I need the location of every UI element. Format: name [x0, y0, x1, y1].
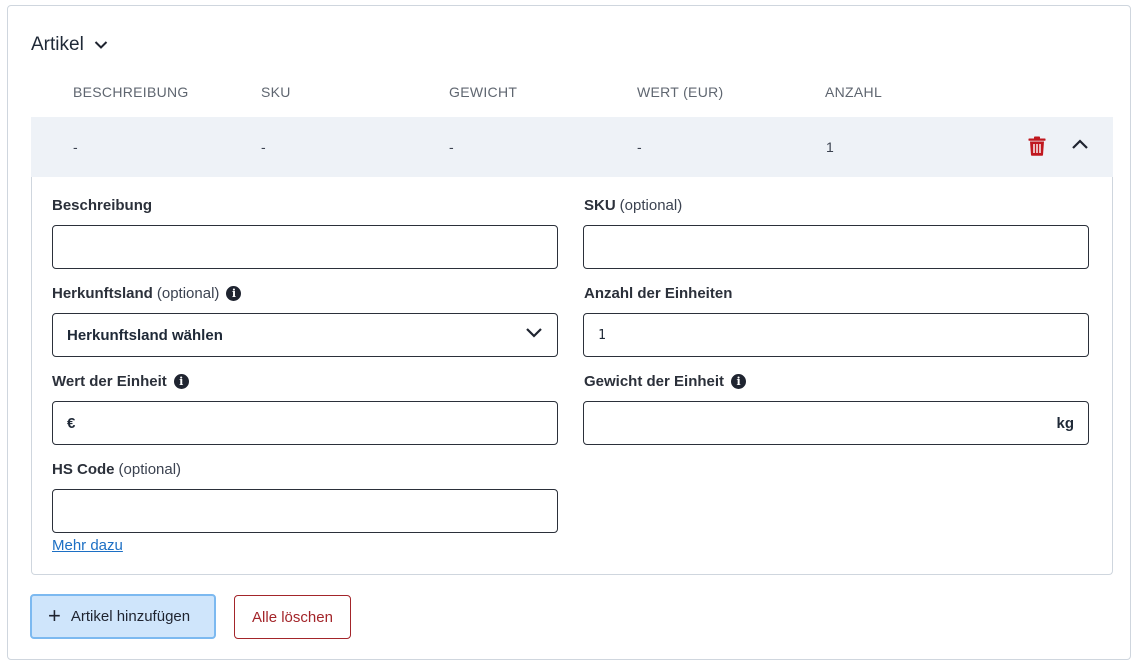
label-herkunftsland: Herkunftsland (optional) i	[52, 285, 242, 302]
info-icon[interactable]: i	[731, 374, 747, 389]
item-edit-panel: Beschreibung SKU (optional) Herkunftslan…	[31, 177, 1113, 575]
chevron-up-icon[interactable]	[1071, 137, 1089, 155]
label-sku: SKU (optional)	[584, 197, 682, 214]
currency-prefix: €	[67, 414, 76, 432]
optional-hint: (optional)	[118, 461, 182, 478]
label-hscode: HS Code (optional)	[52, 461, 181, 478]
beschreibung-input[interactable]	[52, 225, 558, 269]
label-wert: Wert der Einheit i	[52, 373, 189, 390]
label-text: Anzahl der Einheiten	[584, 285, 733, 302]
label-beschreibung: Beschreibung	[52, 197, 152, 214]
label-anzahl: Anzahl der Einheiten	[584, 285, 732, 302]
label-text: HS Code	[52, 461, 115, 478]
column-header-gewicht: GEWICHT	[449, 84, 518, 100]
label-text: SKU	[584, 197, 616, 214]
column-header-sku: SKU	[261, 84, 291, 100]
label-text: Herkunftsland	[52, 285, 153, 302]
input-value: 1	[598, 327, 606, 343]
sku-input[interactable]	[583, 225, 1089, 269]
chevron-down-icon	[525, 326, 543, 344]
cell-sku: -	[261, 139, 266, 155]
gewicht-input[interactable]: kg	[583, 401, 1089, 445]
add-item-button[interactable]: + Artikel hinzufügen	[30, 594, 216, 639]
button-label: Alle löschen	[252, 608, 333, 626]
label-text: Wert der Einheit	[52, 373, 167, 390]
button-label: Artikel hinzufügen	[70, 608, 191, 625]
more-info-link[interactable]: Mehr dazu	[52, 537, 123, 554]
info-icon[interactable]: i	[173, 374, 189, 389]
herkunftsland-select[interactable]: Herkunftsland wählen	[52, 313, 558, 357]
unit-suffix: kg	[1056, 414, 1074, 432]
chevron-down-icon	[94, 40, 108, 50]
label-text: Gewicht der Einheit	[584, 373, 725, 390]
cell-gewicht: -	[449, 139, 454, 155]
column-header-wert: WERT (EUR)	[637, 84, 724, 100]
trash-icon[interactable]	[1028, 136, 1046, 161]
column-header-anzahl: ANZAHL	[825, 84, 883, 100]
select-value: Herkunftsland wählen	[67, 326, 223, 344]
clear-all-button[interactable]: Alle löschen	[234, 595, 351, 639]
cell-wert: -	[637, 139, 642, 155]
label-gewicht: Gewicht der Einheit i	[584, 373, 747, 390]
hscode-input[interactable]	[52, 489, 558, 533]
section-toggle[interactable]: Artikel	[31, 28, 108, 62]
table-row: - - - - 1	[31, 117, 1113, 177]
section-title: Artikel	[31, 34, 84, 55]
plus-icon: +	[48, 602, 61, 628]
items-card: Artikel BESCHREIBUNG SKU GEWICHT WERT (E…	[7, 5, 1131, 660]
wert-input[interactable]: €	[52, 401, 558, 445]
optional-hint: (optional)	[619, 197, 683, 214]
info-icon[interactable]: i	[226, 286, 242, 301]
column-header-beschreibung: BESCHREIBUNG	[73, 84, 189, 100]
optional-hint: (optional)	[156, 285, 220, 302]
table-header: BESCHREIBUNG SKU GEWICHT WERT (EUR) ANZA…	[73, 84, 1073, 108]
cell-anzahl: 1	[826, 139, 834, 155]
anzahl-input[interactable]: 1	[583, 313, 1089, 357]
cell-beschreibung: -	[73, 139, 78, 155]
label-text: Beschreibung	[52, 197, 153, 214]
